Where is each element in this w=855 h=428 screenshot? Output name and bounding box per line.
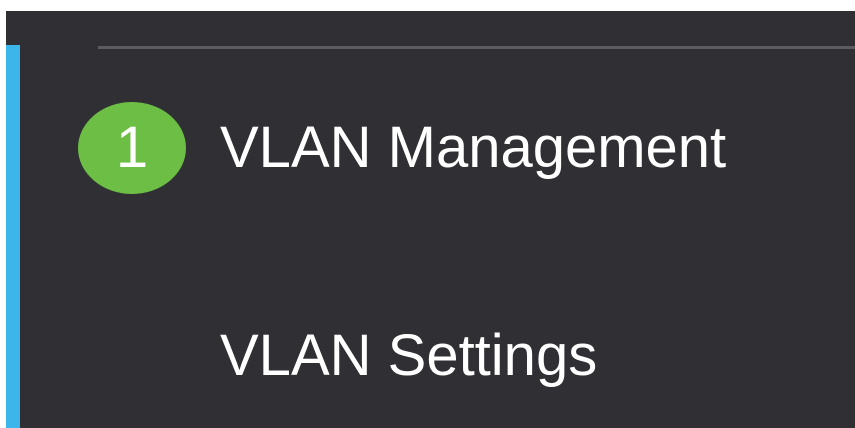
sidebar-item-label: VLAN Settings xyxy=(220,323,598,388)
sidebar-item-vlan-management[interactable]: 1 VLAN Management xyxy=(78,102,726,194)
sidebar-item-vlan-settings[interactable]: VLAN Settings xyxy=(220,309,597,403)
menu-divider xyxy=(98,46,855,49)
active-indicator-bar xyxy=(6,45,20,428)
sidebar-panel: 1 VLAN Management VLAN Settings xyxy=(6,11,855,428)
screenshot-frame: 1 VLAN Management VLAN Settings xyxy=(0,0,855,428)
step-number-badge: 1 xyxy=(78,102,186,194)
sidebar-item-label: VLAN Management xyxy=(220,115,727,180)
